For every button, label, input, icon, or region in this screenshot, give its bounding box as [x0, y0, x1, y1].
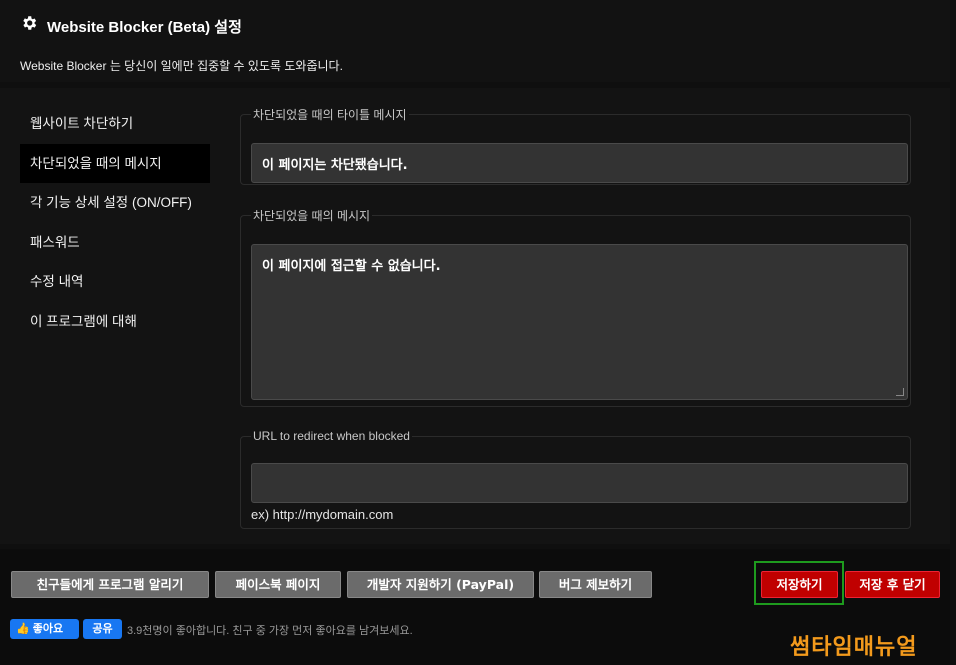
sidebar-item-blocked-message[interactable]: 차단되었을 때의 메시지: [20, 143, 210, 183]
resize-handle-icon[interactable]: [896, 388, 904, 396]
footer: 친구들에게 프로그램 알리기 페이스북 페이지 개발자 지원하기 (PayPal…: [0, 549, 950, 665]
thumbs-up-icon: 👍: [16, 623, 30, 635]
facebook-like-count-text: 3.9천명이 좋아합니다. 친구 중 가장 먼저 좋아요를 남겨보세요.: [127, 625, 413, 637]
redirect-url-input[interactable]: [251, 463, 908, 503]
facebook-page-button[interactable]: 페이스북 페이지: [215, 571, 341, 598]
body-message-legend: 차단되었을 때의 메시지: [253, 209, 371, 223]
title-message-legend: 차단되었을 때의 타이틀 메시지: [253, 108, 407, 122]
tell-friends-button[interactable]: 친구들에게 프로그램 알리기: [11, 571, 209, 598]
sidebar-item-about[interactable]: 이 프로그램에 대해: [20, 302, 210, 342]
facebook-like-label: 좋아요: [32, 623, 64, 635]
report-bug-button[interactable]: 버그 제보하기: [539, 571, 652, 598]
redirect-url-legend: URL to redirect when blocked: [253, 429, 410, 443]
sidebar-item-block-sites[interactable]: 웹사이트 차단하기: [20, 104, 210, 144]
sidebar-item-feature-settings[interactable]: 각 기능 상세 설정 (ON/OFF): [20, 183, 210, 223]
body-message-text: 이 페이지에 접근할 수 없습니다.: [262, 259, 441, 274]
title-message-input[interactable]: 이 페이지는 차단됐습니다.: [251, 143, 908, 183]
main-content: 웹사이트 차단하기 차단되었을 때의 메시지 각 기능 상세 설정 (ON/OF…: [0, 88, 950, 544]
sidebar-item-password[interactable]: 패스워드: [20, 223, 210, 263]
facebook-share-button[interactable]: 공유: [83, 619, 122, 639]
gear-icon: [23, 16, 37, 30]
save-button[interactable]: 저장하기: [761, 571, 838, 598]
redirect-url-hint: ex) http://mydomain.com: [251, 507, 394, 522]
save-close-button[interactable]: 저장 후 닫기: [845, 571, 940, 598]
title-message-section: 차단되었을 때의 타이틀 메시지 이 페이지는 차단됐습니다.: [240, 106, 911, 185]
body-message-textarea[interactable]: 이 페이지에 접근할 수 없습니다.: [251, 244, 908, 400]
header: Website Blocker (Beta) 설정 Website Blocke…: [0, 0, 950, 82]
watermark-logo: 썸타임매뉴얼: [790, 634, 918, 659]
facebook-like-button[interactable]: 👍 좋아요: [10, 619, 79, 639]
page-title: Website Blocker (Beta) 설정: [47, 19, 242, 36]
sidebar: 웹사이트 차단하기 차단되었을 때의 메시지 각 기능 상세 설정 (ON/OF…: [20, 104, 210, 341]
body-message-section: 차단되었을 때의 메시지 이 페이지에 접근할 수 없습니다.: [240, 207, 911, 407]
sidebar-item-changelog[interactable]: 수정 내역: [20, 262, 210, 302]
support-developer-button[interactable]: 개발자 지원하기 (PayPal): [347, 571, 534, 598]
redirect-url-section: URL to redirect when blocked ex) http://…: [240, 429, 911, 529]
page-subtitle: Website Blocker 는 당신이 일에만 집중할 수 있도록 도와줍니…: [20, 59, 343, 73]
